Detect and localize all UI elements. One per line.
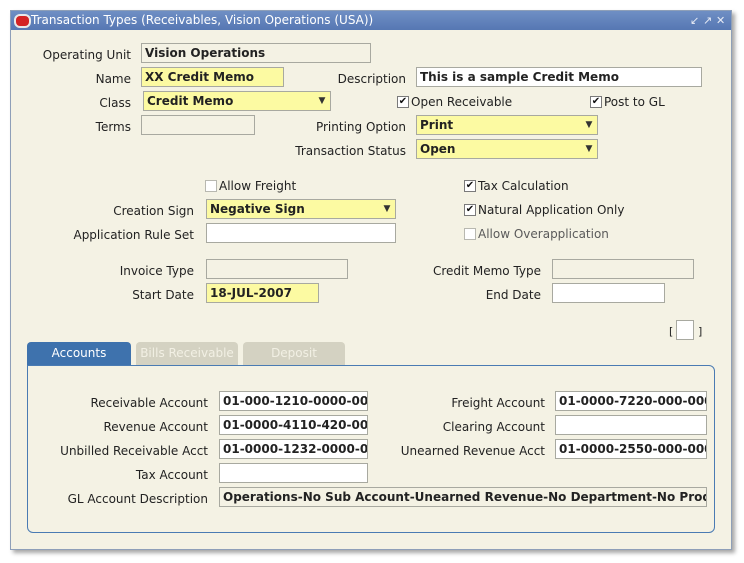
chevron-down-icon[interactable]: ▼: [315, 93, 329, 109]
flexfield-bracket-open: [: [669, 325, 674, 338]
gl-account-description-label: GL Account Description: [67, 492, 208, 506]
minimize-icon[interactable]: ↙: [690, 14, 699, 27]
terms-field[interactable]: [141, 115, 255, 135]
unbilled-receivable-acct-label: Unbilled Receivable Acct: [60, 444, 208, 458]
operating-unit-label: Operating Unit: [42, 48, 131, 62]
title-bar[interactable]: Transaction Types (Receivables, Vision O…: [11, 11, 731, 30]
gl-account-description-field[interactable]: Operations-No Sub Account-Unearned Reven…: [219, 487, 707, 507]
creation-sign-label: Creation Sign: [113, 204, 194, 218]
revenue-account-label: Revenue Account: [103, 420, 208, 434]
window-title: Transaction Types (Receivables, Vision O…: [31, 13, 374, 27]
open-receivable-checkbox[interactable]: ✔: [397, 96, 409, 108]
maximize-icon[interactable]: ↗: [703, 14, 712, 27]
printing-option-dropdown[interactable]: Print ▼: [416, 115, 598, 135]
printing-option-value: Print: [420, 118, 454, 132]
chevron-down-icon[interactable]: ▼: [582, 117, 596, 133]
tab-bills-receivable[interactable]: Bills Receivable: [136, 342, 238, 365]
end-date-label: End Date: [485, 288, 541, 302]
receivable-account-field[interactable]: 01-000-1210-0000-000: [219, 391, 368, 411]
start-date-field[interactable]: 18-JUL-2007: [206, 283, 319, 303]
natural-application-only-checkbox[interactable]: ✔: [464, 204, 476, 216]
open-receivable-label: Open Receivable: [411, 95, 513, 109]
invoice-type-field[interactable]: [206, 259, 348, 279]
allow-overapplication-checkbox[interactable]: [464, 228, 476, 240]
flexfield-bracket-close: ]: [698, 325, 703, 338]
terms-label: Terms: [95, 120, 131, 134]
class-dropdown[interactable]: Credit Memo ▼: [143, 91, 331, 111]
creation-sign-value: Negative Sign: [210, 202, 305, 216]
name-field[interactable]: XX Credit Memo: [141, 67, 284, 87]
chevron-down-icon[interactable]: ▼: [380, 201, 394, 217]
allow-overapplication-label: Allow Overapplication: [478, 227, 609, 241]
class-label: Class: [99, 96, 131, 110]
post-to-gl-checkbox[interactable]: ✔: [590, 96, 602, 108]
allow-freight-label: Allow Freight: [219, 179, 297, 193]
descriptive-flexfield[interactable]: [676, 320, 694, 340]
tax-calculation-checkbox[interactable]: ✔: [464, 180, 476, 192]
start-date-label: Start Date: [132, 288, 194, 302]
tab-accounts[interactable]: Accounts: [27, 342, 131, 365]
post-to-gl-label: Post to GL: [604, 95, 665, 109]
clearing-account-field[interactable]: [555, 415, 707, 435]
tax-calculation-label: Tax Calculation: [478, 179, 569, 193]
freight-account-field[interactable]: 01-0000-7220-000-000: [555, 391, 707, 411]
credit-memo-type-field[interactable]: [552, 259, 694, 279]
receivable-account-label: Receivable Account: [90, 396, 208, 410]
description-label: Description: [337, 72, 406, 86]
transaction-status-value: Open: [420, 142, 456, 156]
printing-option-label: Printing Option: [315, 120, 406, 134]
end-date-field[interactable]: [552, 283, 665, 303]
operating-unit-field[interactable]: Vision Operations: [141, 43, 371, 63]
chevron-down-icon[interactable]: ▼: [582, 141, 596, 157]
close-icon[interactable]: ✕: [716, 14, 725, 27]
tax-account-field[interactable]: [219, 463, 368, 483]
transaction-status-label: Transaction Status: [295, 144, 406, 158]
allow-freight-checkbox[interactable]: [205, 180, 217, 192]
freight-account-label: Freight Account: [451, 396, 545, 410]
unearned-revenue-acct-field[interactable]: 01-0000-2550-000-000: [555, 439, 707, 459]
application-rule-set-label: Application Rule Set: [73, 228, 194, 242]
transaction-status-dropdown[interactable]: Open ▼: [416, 139, 598, 159]
unearned-revenue-acct-label: Unearned Revenue Acct: [400, 444, 545, 458]
natural-application-only-label: Natural Application Only: [478, 203, 625, 217]
unbilled-receivable-acct-field[interactable]: 01-0000-1232-0000-000: [219, 439, 368, 459]
transaction-types-window: Transaction Types (Receivables, Vision O…: [10, 10, 732, 550]
creation-sign-dropdown[interactable]: Negative Sign ▼: [206, 199, 396, 219]
credit-memo-type-label: Credit Memo Type: [432, 264, 541, 278]
class-value: Credit Memo: [147, 94, 234, 108]
clearing-account-label: Clearing Account: [442, 420, 545, 434]
revenue-account-field[interactable]: 01-0000-4110-420-000: [219, 415, 368, 435]
oracle-logo-icon: [14, 14, 31, 28]
window-controls: ↙ ↗ ✕: [690, 11, 725, 30]
name-label: Name: [95, 72, 131, 86]
invoice-type-label: Invoice Type: [119, 264, 194, 278]
description-field[interactable]: This is a sample Credit Memo: [416, 67, 702, 87]
tax-account-label: Tax Account: [135, 468, 208, 482]
application-rule-set-field[interactable]: [206, 223, 396, 243]
tab-deposit[interactable]: Deposit: [243, 342, 345, 365]
